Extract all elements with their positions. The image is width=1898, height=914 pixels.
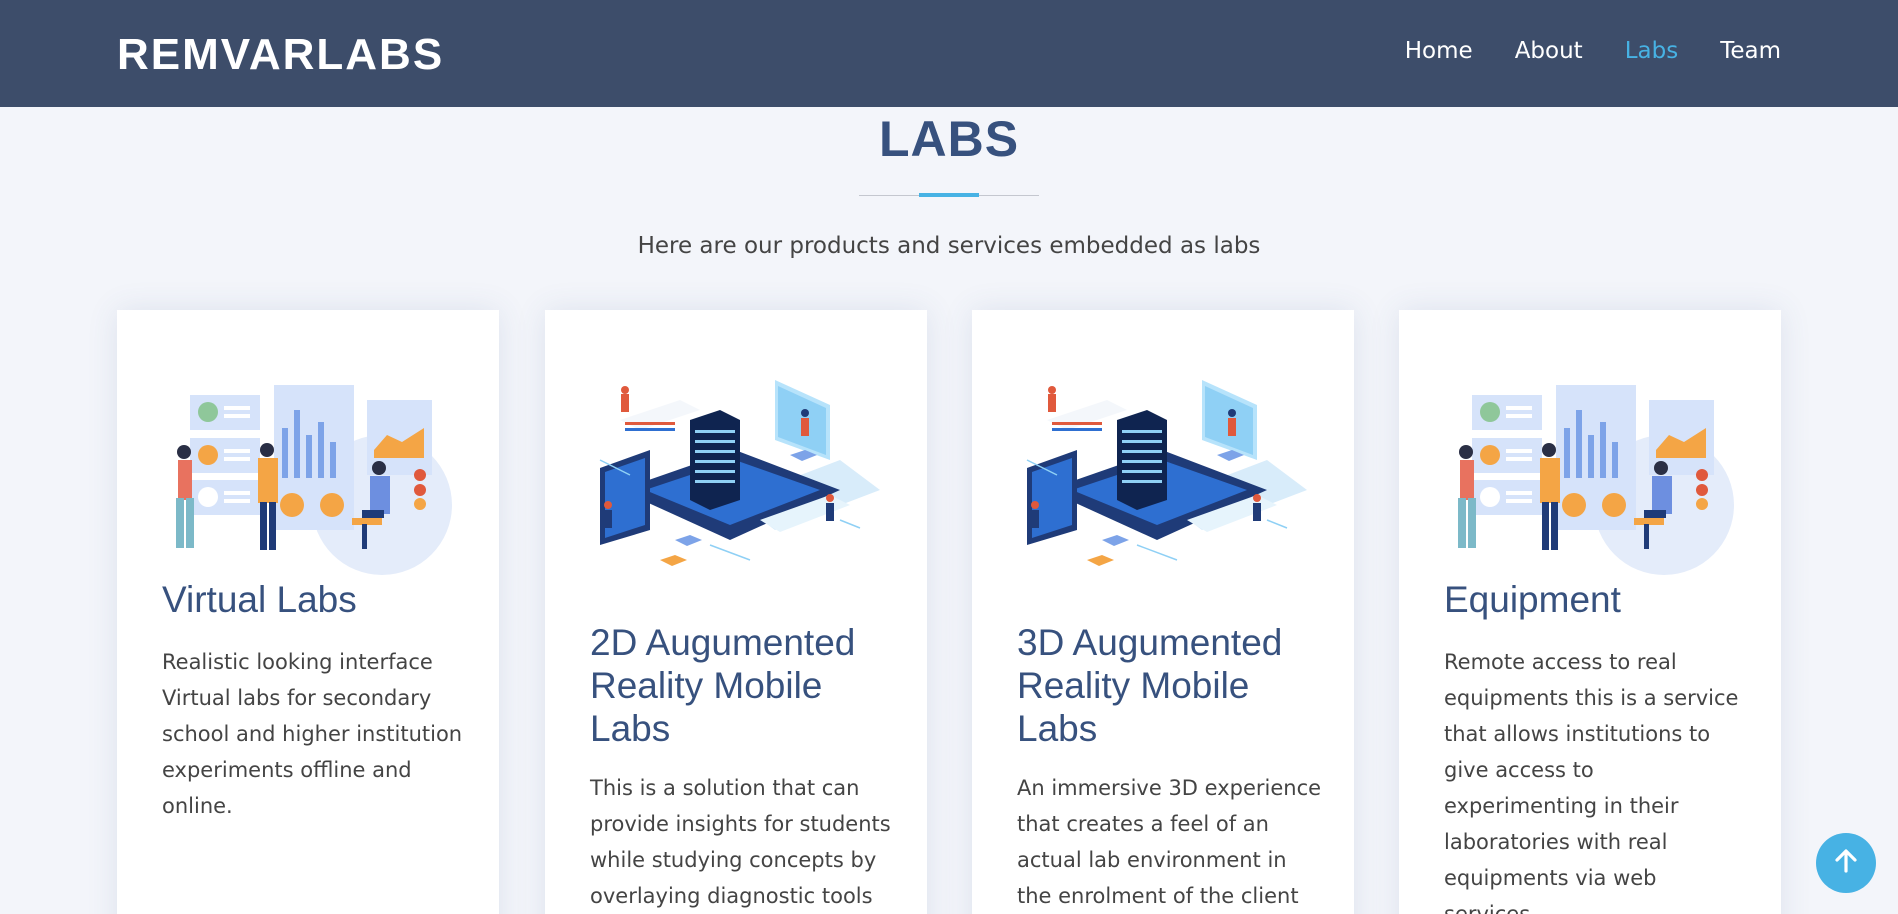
nav-about[interactable]: About <box>1515 38 1583 64</box>
back-to-top-button[interactable] <box>1816 833 1876 893</box>
section-subtitle: Here are our products and services embed… <box>637 233 1261 259</box>
section-title: LABS <box>878 111 1020 167</box>
lab-card-2d-ar[interactable]: 2D Augumented Reality Mobile Labs This i… <box>545 310 927 914</box>
card-title[interactable]: Equipment <box>1444 578 1761 621</box>
arrow-up-icon <box>1831 846 1861 880</box>
analytics-team-illustration <box>1444 380 1734 580</box>
nav-labs[interactable]: Labs <box>1625 38 1679 64</box>
title-divider-accent <box>919 193 979 197</box>
card-description: Realistic looking interface Virtual labs… <box>162 650 463 818</box>
card-title[interactable]: 2D Augumented Reality Mobile Labs <box>590 621 907 750</box>
main-nav: Home About Labs Team <box>1405 38 1781 64</box>
nav-team[interactable]: Team <box>1720 38 1781 64</box>
analytics-team-illustration <box>162 380 452 580</box>
card-title[interactable]: Virtual Labs <box>162 578 479 621</box>
lab-card-3d-ar[interactable]: 3D Augumented Reality Mobile Labs An imm… <box>972 310 1354 914</box>
site-logo[interactable]: REMVARLABS <box>117 30 444 80</box>
card-description: This is a solution that can provide insi… <box>590 776 891 908</box>
site-header: REMVARLABS Home About Labs Team <box>0 0 1898 107</box>
isometric-lab-illustration <box>590 380 880 580</box>
nav-home[interactable]: Home <box>1405 38 1473 64</box>
card-title[interactable]: 3D Augumented Reality Mobile Labs <box>1017 621 1334 750</box>
isometric-lab-illustration <box>1017 380 1307 580</box>
lab-card-equipment[interactable]: Equipment Remote access to real equipmen… <box>1399 310 1781 914</box>
card-description: An immersive 3D experience that creates … <box>1017 776 1322 908</box>
lab-card-virtual-labs[interactable]: Virtual Labs Realistic looking interface… <box>117 310 499 914</box>
card-description: Remote access to real equipments this is… <box>1444 650 1739 914</box>
